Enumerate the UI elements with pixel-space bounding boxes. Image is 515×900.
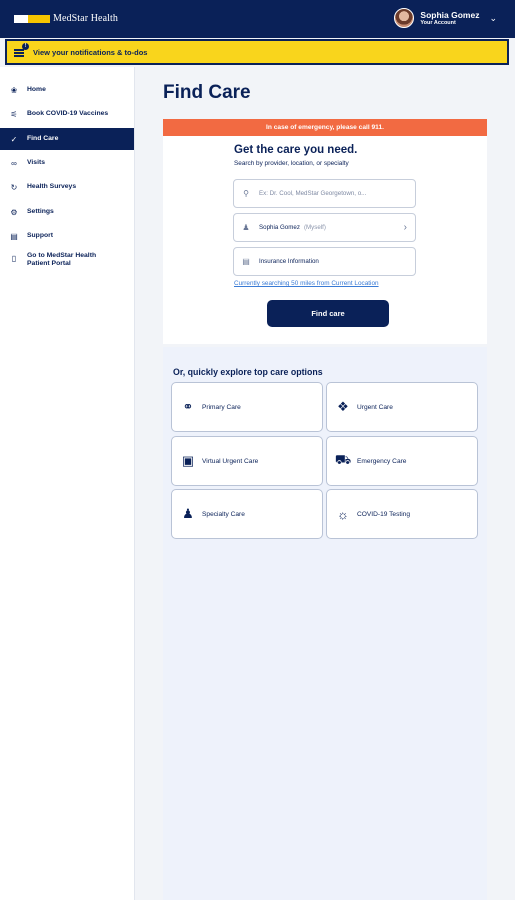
link-icon: ∞ (11, 158, 17, 168)
notification-badge: ! (22, 42, 29, 50)
account-menu[interactable]: Sophia Gomez Your Account ⌄ (394, 8, 497, 28)
option-virtual-urgent-care[interactable]: ▣ Virtual Urgent Care (171, 436, 323, 486)
top-bar: MedStar Health Sophia Gomez Your Account… (0, 0, 515, 38)
patient-selector[interactable]: ♟ Sophia Gomez (Myself) › (233, 213, 416, 242)
notifications-label: View your notifications & to-dos (33, 47, 148, 57)
patient-name: Sophia Gomez (259, 224, 300, 231)
notification-list-icon: ! (14, 42, 29, 58)
option-specialty-care[interactable]: ♟ Specialty Care (171, 489, 323, 539)
sidebar-item-book-vaccines[interactable]: ⚟ Book COVID-19 Vaccines (0, 103, 134, 125)
sidebar-item-support[interactable]: ▤ Support (0, 225, 134, 247)
vaccine-icon: ⚟ (10, 109, 18, 119)
search-input[interactable]: ⚲ Ex: Dr. Cool, MedStar Georgetown, o... (233, 179, 416, 208)
find-care-button[interactable]: Find care (267, 300, 389, 327)
sidebar-item-label: Settings (27, 208, 54, 215)
option-urgent-care[interactable]: ❖ Urgent Care (326, 382, 478, 432)
sidebar-item-label: Health Surveys (27, 183, 77, 190)
sidebar-item-label: Support (27, 232, 54, 239)
explore-title: Or, quickly explore top care options (173, 367, 323, 377)
portal-icon: ▯ (11, 254, 17, 263)
avatar (394, 8, 415, 28)
sidebar-item-patient-portal[interactable]: ▯ Go to MedStar Health Patient Portal (0, 252, 134, 278)
sidebar-item-health-surveys[interactable]: ↻ Health Surveys (0, 176, 134, 198)
survey-icon: ↻ (10, 182, 18, 192)
stethoscope-icon: ✓ (10, 134, 18, 144)
option-label: Urgent Care (357, 403, 393, 411)
option-primary-care[interactable]: ⚭ Primary Care (171, 382, 323, 432)
sidebar-item-label: Go to MedStar Health Patient Portal (27, 252, 97, 267)
option-emergency-care[interactable]: ⛟ Emergency Care (326, 436, 478, 486)
specialist-icon: ♟ (182, 506, 194, 521)
option-label: Virtual Urgent Care (202, 457, 259, 465)
sidebar-item-label: Find Care (27, 135, 59, 142)
search-location-link[interactable]: Currently searching 50 miles from Curren… (234, 280, 379, 287)
gear-icon: ⚙ (10, 207, 18, 217)
explore-section: Or, quickly explore top care options ⚭ P… (163, 347, 487, 900)
insurance-field[interactable]: ▤ Insurance Information (233, 247, 416, 276)
option-label: Emergency Care (357, 457, 407, 465)
chevron-down-icon[interactable]: ⌄ (489, 13, 497, 24)
medstar-logo[interactable]: MedStar Health (14, 13, 118, 24)
sidebar-item-label: Book COVID-19 Vaccines (27, 110, 109, 117)
sidebar-item-settings[interactable]: ⚙ Settings (0, 201, 134, 223)
care-heading: Get the care you need. (234, 144, 358, 156)
sidebar-item-home[interactable]: ❀ Home (0, 79, 134, 101)
home-icon: ❀ (10, 85, 18, 95)
sidebar-item-visits[interactable]: ∞ Visits (0, 152, 134, 174)
insurance-label: Insurance Information (259, 258, 319, 265)
patient-relation: (Myself) (303, 224, 326, 231)
page-title: Find Care (163, 82, 251, 103)
ambulance-icon: ⛟ (334, 452, 352, 467)
option-covid-testing[interactable]: ☼ COVID-19 Testing (326, 489, 478, 539)
emergency-banner: In case of emergency, please call 911. (163, 119, 487, 136)
account-subtitle: Your Account (420, 19, 456, 26)
option-label: Specialty Care (202, 510, 245, 518)
sidebar-item-label: Visits (27, 159, 46, 166)
find-care-card: In case of emergency, please call 911. G… (163, 119, 487, 344)
logo-text: MedStar Health (53, 13, 118, 24)
logo-mark-icon (14, 14, 50, 23)
chevron-right-icon: › (403, 222, 407, 233)
insurance-card-icon: ▤ (242, 257, 250, 266)
search-placeholder: Ex: Dr. Cool, MedStar Georgetown, o... (259, 190, 367, 197)
option-label: Primary Care (202, 403, 241, 411)
person-icon: ♟ (242, 223, 250, 232)
bandage-icon: ❖ (337, 399, 349, 414)
option-label: COVID-19 Testing (357, 510, 411, 518)
stethoscope-icon: ⚭ (182, 399, 194, 414)
notifications-banner[interactable]: ! View your notifications & to-dos (5, 39, 509, 65)
virus-icon: ☼ (337, 506, 349, 522)
support-icon: ▤ (10, 231, 18, 241)
care-subheading: Search by provider, location, or special… (234, 160, 349, 167)
sidebar: ❀ Home ⚟ Book COVID-19 Vaccines ✓ Find C… (0, 67, 135, 900)
sidebar-item-find-care[interactable]: ✓ Find Care (0, 128, 134, 150)
laptop-icon: ▣ (181, 453, 195, 468)
account-name: Sophia Gomez (420, 9, 480, 20)
sidebar-item-label: Home (27, 86, 46, 93)
search-icon: ⚲ (243, 189, 249, 198)
